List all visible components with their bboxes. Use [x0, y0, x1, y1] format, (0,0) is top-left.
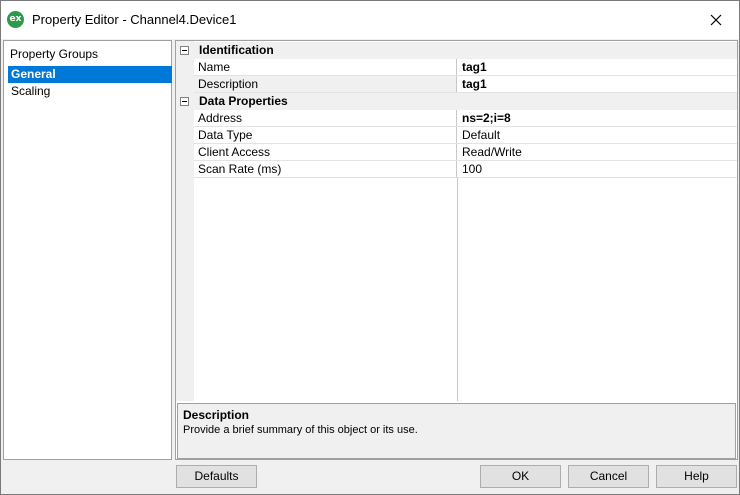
- category-identification[interactable]: Identification: [176, 42, 737, 59]
- property-row-data-type[interactable]: Data Type Default: [194, 127, 737, 144]
- property-name: Data Type: [194, 127, 457, 143]
- property-name: Scan Rate (ms): [194, 161, 457, 177]
- property-value[interactable]: Default: [458, 127, 737, 143]
- collapse-icon[interactable]: [180, 46, 189, 55]
- description-body: Provide a brief summary of this object o…: [183, 424, 418, 436]
- category-label: Data Properties: [199, 94, 288, 108]
- defaults-button[interactable]: Defaults: [176, 465, 257, 488]
- collapse-icon[interactable]: [180, 97, 189, 106]
- property-groups-panel: Property Groups General Scaling: [3, 40, 172, 460]
- property-grid-panel: Identification Name tag1 Description tag…: [175, 40, 738, 460]
- property-name: Address: [194, 110, 457, 126]
- category-label: Identification: [199, 43, 274, 57]
- property-editor-window: ex Property Editor - Channel4.Device1 Pr…: [0, 0, 740, 495]
- title-bar[interactable]: ex Property Editor - Channel4.Device1: [1, 1, 739, 39]
- property-value[interactable]: tag1: [458, 76, 737, 92]
- property-row-name[interactable]: Name tag1: [194, 59, 737, 76]
- property-value[interactable]: tag1: [458, 59, 737, 75]
- close-button[interactable]: [693, 1, 739, 39]
- property-name: Client Access: [194, 144, 457, 160]
- help-button[interactable]: Help: [656, 465, 737, 488]
- property-value[interactable]: ns=2;i=8: [458, 110, 737, 126]
- description-panel: Description Provide a brief summary of t…: [177, 403, 736, 459]
- property-value[interactable]: 100: [458, 161, 737, 177]
- property-row-description[interactable]: Description tag1: [194, 76, 737, 93]
- category-data-properties[interactable]: Data Properties: [176, 93, 737, 110]
- property-grid: Identification Name tag1 Description tag…: [176, 41, 737, 401]
- close-icon: [710, 14, 722, 26]
- app-logo-icon: ex: [7, 11, 24, 28]
- description-title: Description: [183, 408, 250, 422]
- property-name: Name: [194, 59, 457, 75]
- ok-button[interactable]: OK: [480, 465, 561, 488]
- property-row-client-access[interactable]: Client Access Read/Write: [194, 144, 737, 161]
- property-group-scaling[interactable]: Scaling: [8, 83, 172, 100]
- property-groups-header: Property Groups: [10, 47, 99, 61]
- cancel-button[interactable]: Cancel: [568, 465, 649, 488]
- property-group-general[interactable]: General: [8, 66, 172, 83]
- property-name: Description: [194, 76, 457, 92]
- property-value[interactable]: Read/Write: [458, 144, 737, 160]
- window-title: Property Editor - Channel4.Device1: [32, 12, 237, 27]
- property-row-address[interactable]: Address ns=2;i=8: [194, 110, 737, 127]
- property-row-scan-rate[interactable]: Scan Rate (ms) 100: [194, 161, 737, 178]
- column-divider[interactable]: [457, 177, 458, 401]
